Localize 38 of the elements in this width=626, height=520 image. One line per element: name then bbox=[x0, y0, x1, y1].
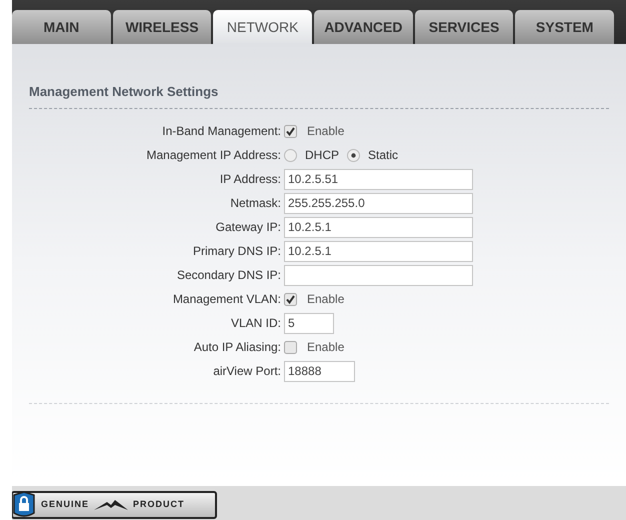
checkbox[interactable] bbox=[284, 124, 297, 138]
field-label: Netmask: bbox=[230, 195, 281, 212]
radio-button[interactable] bbox=[347, 148, 360, 162]
field-label: Auto IP Aliasing: bbox=[194, 339, 281, 356]
field-label: Secondary DNS IP: bbox=[176, 267, 281, 284]
input-field[interactable] bbox=[284, 264, 473, 286]
section-title: Management Network Settings bbox=[29, 84, 218, 99]
field-label: Primary DNS IP: bbox=[192, 243, 281, 260]
input-field[interactable]: 5 bbox=[284, 312, 334, 334]
field-label: Management VLAN: bbox=[172, 291, 281, 308]
tab[interactable]: SYSTEM bbox=[515, 10, 614, 44]
option-label: Enable bbox=[307, 339, 344, 356]
option-label: Static bbox=[368, 147, 398, 164]
option-label: Enable bbox=[307, 291, 344, 308]
field-label: airView Port: bbox=[213, 363, 281, 380]
tab[interactable]: SERVICES bbox=[414, 10, 514, 44]
tab[interactable]: WIRELESS bbox=[112, 10, 212, 44]
input-field[interactable]: 10.2.5.1 bbox=[284, 216, 473, 238]
tab[interactable]: MAIN bbox=[12, 10, 111, 44]
input-field[interactable]: 18888 bbox=[284, 360, 355, 382]
checkbox[interactable] bbox=[284, 340, 297, 354]
logo-icon bbox=[93, 499, 130, 511]
field-label: IP Address: bbox=[220, 171, 281, 188]
field-label: VLAN ID: bbox=[230, 315, 281, 332]
tab[interactable]: ADVANCED bbox=[314, 10, 413, 44]
option-label: Enable bbox=[307, 123, 344, 140]
badge-text: PRODUCT bbox=[133, 498, 185, 512]
input-field[interactable]: 10.2.5.1 bbox=[284, 240, 473, 262]
field-label: Management IP Address: bbox=[146, 147, 281, 164]
badge-text: GENUINE bbox=[41, 498, 90, 512]
option-label: DHCP bbox=[305, 147, 340, 164]
radio-button[interactable] bbox=[284, 148, 297, 162]
input-field[interactable]: 10.2.5.51 bbox=[284, 168, 473, 190]
field-label: Gateway IP: bbox=[216, 219, 281, 236]
tab[interactable]: NETWORK bbox=[213, 10, 312, 44]
input-field[interactable]: 255.255.255.0 bbox=[284, 192, 473, 214]
field-label: In-Band Management: bbox=[162, 123, 281, 140]
checkbox[interactable] bbox=[284, 292, 297, 306]
